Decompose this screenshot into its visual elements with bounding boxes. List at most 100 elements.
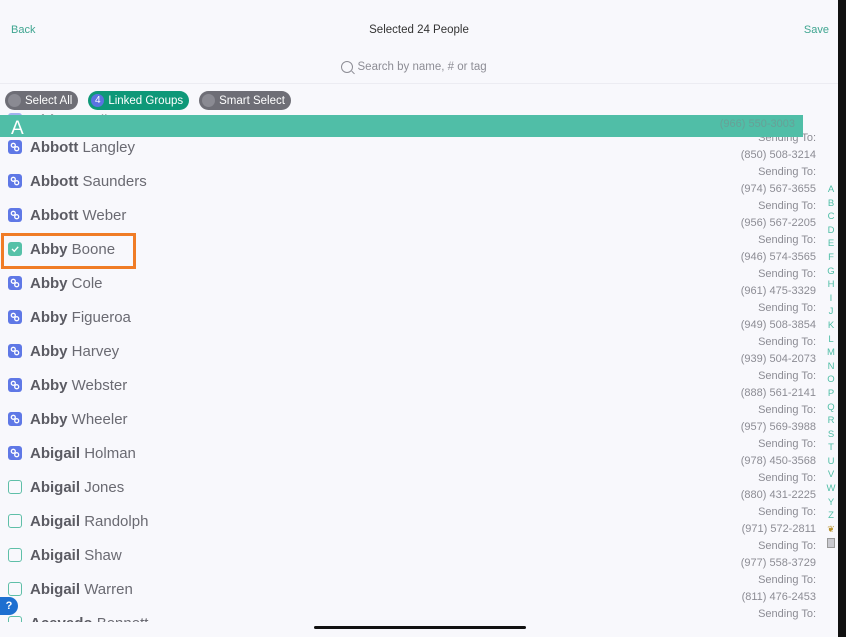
sending-label: Sending To:	[758, 506, 816, 518]
linked-group-icon[interactable]	[8, 310, 22, 324]
contact-list[interactable]: Abbott Kelly A (966) 550-3003 Abbott Lan…	[0, 112, 838, 622]
sending-label: Sending To:	[758, 438, 816, 450]
index-letter[interactable]: R	[828, 414, 835, 428]
index-letter[interactable]: E	[828, 237, 834, 251]
search-icon	[340, 61, 353, 73]
index-letter[interactable]: Y	[828, 496, 834, 510]
first-name: Abbott	[30, 207, 79, 224]
save-button[interactable]: Save	[804, 24, 829, 36]
index-letter[interactable]: F	[828, 251, 834, 265]
linked-group-icon[interactable]	[8, 378, 22, 392]
alphabet-index[interactable]: A B C D E F G H I J K L M N O P Q R S T U V W Y Z ❦	[824, 183, 838, 549]
index-letter[interactable]: W	[827, 482, 836, 496]
help-button[interactable]: ?	[0, 597, 18, 615]
last-name: Webster	[71, 377, 128, 394]
list-item[interactable]: Acevedo Bennett Sending To:	[0, 606, 830, 622]
chip-label: Linked Groups	[108, 94, 184, 107]
list-item[interactable]: Abby Harvey Sending To: (939) 504-2073	[0, 334, 830, 368]
contact-name: Abigail Jones	[30, 479, 124, 496]
contact-name: Abby Webster	[30, 377, 127, 394]
contact-name: Abby Wheeler	[30, 411, 128, 428]
list-item[interactable]: Abby Wheeler Sending To: (957) 569-3988	[0, 402, 830, 436]
index-letter[interactable]: T	[828, 441, 834, 455]
select-all-button[interactable]: Select All	[5, 91, 79, 110]
list-item[interactable]: Abby Boone Sending To: (946) 574-3565	[0, 232, 830, 266]
sending-label: Sending To:	[758, 234, 816, 246]
emoji-icon[interactable]: ❦	[827, 523, 835, 537]
linked-group-icon[interactable]	[8, 412, 22, 426]
sending-label: Sending To:	[758, 608, 816, 620]
index-letter[interactable]: V	[828, 468, 834, 482]
index-letter[interactable]: D	[828, 224, 835, 238]
sending-to: Sending To: (974) 567-3655	[741, 164, 816, 198]
index-letter[interactable]: B	[828, 197, 834, 211]
linked-group-icon[interactable]	[8, 174, 22, 188]
index-letter[interactable]: Q	[827, 401, 834, 415]
contact-name: Abbott Saunders	[30, 173, 147, 190]
index-letter[interactable]: H	[828, 278, 835, 292]
phone-number: (811) 476-2453	[741, 591, 816, 603]
index-letter[interactable]: U	[828, 455, 835, 469]
first-name: Acevedo	[30, 615, 93, 622]
index-letter[interactable]: I	[830, 292, 833, 306]
list-item[interactable]: Abby Cole Sending To: (961) 475-3329	[0, 266, 830, 300]
last-name: Cole	[71, 275, 103, 292]
list-item[interactable]: Abigail Warren Sending To: (811) 476-2453	[0, 572, 830, 606]
last-name: Bennett	[97, 615, 149, 622]
phone-number: (961) 475-3329	[740, 285, 816, 297]
list-item[interactable]: Abigail Holman Sending To: (978) 450-3568	[0, 436, 830, 470]
linked-group-icon[interactable]	[8, 276, 22, 290]
index-letter[interactable]: Z	[828, 509, 834, 523]
list-item[interactable]: Abigail Randolph Sending To: (971) 572-281…	[0, 504, 830, 538]
linked-group-icon[interactable]	[8, 140, 22, 154]
last-name: Shaw	[84, 547, 122, 564]
sending-to: Sending To: (957) 569-3988	[741, 402, 816, 436]
list-item[interactable]: Abigail Shaw Sending To: (977) 558-3729	[0, 538, 830, 572]
index-letter[interactable]: G	[827, 265, 834, 279]
last-name: Randolph	[84, 513, 149, 530]
list-item[interactable]: Abby Figueroa Sending To: (949) 508-3854	[0, 300, 830, 334]
screen: Back Selected 24 People Save Select All …	[0, 0, 838, 637]
list-item[interactable]: Abigail Jones Sending To: (880) 431-2225	[0, 470, 830, 504]
toggle-dot-icon	[202, 94, 216, 107]
count-badge: 4	[91, 94, 105, 107]
checkbox-empty-icon[interactable]	[8, 616, 22, 622]
index-letter[interactable]: O	[827, 373, 834, 387]
index-letter[interactable]: A	[828, 183, 834, 197]
sending-to: Sending To:	[758, 606, 816, 622]
sending-to: Sending To: (888) 561-2141	[741, 368, 816, 402]
index-letter[interactable]: N	[828, 360, 835, 374]
trash-icon[interactable]	[827, 538, 835, 549]
home-indicator[interactable]	[314, 626, 526, 629]
index-letter[interactable]: M	[827, 346, 835, 360]
linked-group-icon[interactable]	[8, 446, 22, 460]
first-name: Abbott	[30, 139, 79, 156]
list-item[interactable]: Abby Webster Sending To: (888) 561-2141	[0, 368, 830, 402]
sending-label: Sending To:	[758, 540, 816, 552]
last-name: Langley	[82, 139, 136, 156]
index-letter[interactable]: C	[828, 210, 835, 224]
last-name: Holman	[84, 445, 136, 462]
first-name: Abby	[30, 343, 68, 360]
index-letter[interactable]: S	[828, 428, 834, 442]
linked-groups-button[interactable]: 4 Linked Groups	[88, 91, 190, 110]
linked-group-icon[interactable]	[8, 208, 22, 222]
smart-select-button[interactable]: Smart Select	[199, 91, 291, 110]
list-item[interactable]: Abbott Saunders Sending To: (974) 567-3655	[0, 164, 830, 198]
index-letter[interactable]: P	[828, 387, 834, 401]
checkbox-checked-icon[interactable]	[8, 242, 22, 256]
sending-label: Sending To:	[758, 472, 816, 484]
linked-group-icon[interactable]	[8, 344, 22, 358]
index-letter[interactable]: K	[828, 319, 834, 333]
checkbox-empty-icon[interactable]	[8, 548, 22, 562]
checkbox-empty-icon[interactable]	[8, 582, 22, 596]
first-name: Abigail	[30, 581, 81, 598]
search-input[interactable]	[357, 61, 498, 73]
index-letter[interactable]: J	[829, 305, 834, 319]
contact-name: Abby Harvey	[30, 343, 119, 360]
index-letter[interactable]: L	[828, 333, 833, 347]
list-item[interactable]: Abbott Weber Sending To: (956) 567-2205	[0, 198, 830, 232]
phone-number: (880) 431-2225	[740, 489, 816, 501]
checkbox-empty-icon[interactable]	[8, 480, 22, 494]
checkbox-empty-icon[interactable]	[8, 514, 22, 528]
